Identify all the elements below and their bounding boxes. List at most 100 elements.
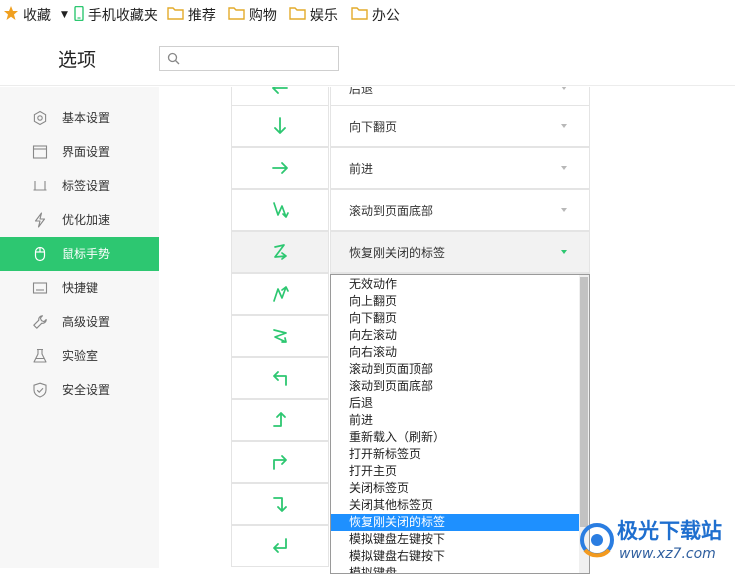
dropdown-option[interactable]: 向左滚动 xyxy=(331,327,579,344)
tab-icon xyxy=(33,181,47,191)
watermark: 极光下载站 www.xz7.com xyxy=(575,512,735,568)
star-icon xyxy=(3,5,19,25)
bookmark-label: 娱乐 xyxy=(309,8,338,24)
search-box[interactable] xyxy=(159,46,339,71)
bookmark-folder-shopping[interactable]: 购物 xyxy=(228,0,277,30)
watermark-logo-icon xyxy=(580,523,614,558)
dropdown-option[interactable]: 向上翻页 xyxy=(331,293,579,310)
gesture-cell xyxy=(231,399,329,441)
gesture-cell xyxy=(231,147,329,189)
gesture-action-select[interactable]: 滚动到页面底部 xyxy=(330,189,590,231)
dropdown-option[interactable]: 关闭标签页 xyxy=(331,480,579,497)
dropdown-option[interactable]: 模拟键盘左键按下 xyxy=(331,531,579,548)
dropdown-caret-icon xyxy=(561,87,567,90)
sidebar-item-lab[interactable]: 实验室 xyxy=(0,339,159,373)
dropdown-scrollbar-thumb[interactable] xyxy=(580,277,588,527)
dropdown-caret-icon xyxy=(561,250,567,254)
gesture-cell xyxy=(231,441,329,483)
gesture-cell xyxy=(231,357,329,399)
sidebar-item-label: 基本设置 xyxy=(62,111,111,125)
right-down-icon xyxy=(273,497,287,512)
dropdown-caret-icon xyxy=(561,124,567,128)
bookmark-label: 办公 xyxy=(371,8,400,24)
window-icon xyxy=(32,145,48,159)
dropdown-option[interactable]: 打开主页 xyxy=(331,463,579,480)
dropdown-caret-icon xyxy=(561,166,567,170)
bookmark-folder-recommend[interactable]: 推荐 xyxy=(167,0,216,30)
sidebar-item-mouse-gestures[interactable]: 鼠标手势 xyxy=(0,237,159,271)
keyboard-icon xyxy=(32,282,48,294)
gesture-action-label: 恢复刚关闭的标签 xyxy=(349,246,446,260)
phone-icon xyxy=(74,5,84,25)
dropdown-option[interactable]: 前进 xyxy=(331,412,579,429)
up-left-icon xyxy=(273,371,287,386)
sidebar-item-label: 鼠标手势 xyxy=(62,247,111,261)
shield-icon xyxy=(33,382,47,398)
wrench-icon xyxy=(33,315,47,329)
sidebar-item-advanced[interactable]: 高级设置 xyxy=(0,305,159,339)
dropdown-option[interactable]: 向右滚动 xyxy=(331,344,579,361)
action-dropdown-list[interactable]: 无效动作 向上翻页 向下翻页 向左滚动 向右滚动 滚动到页面顶部 滚动到页面底部… xyxy=(330,274,590,574)
gesture-cell xyxy=(231,315,329,357)
gesture-cell xyxy=(231,483,329,525)
dropdown-option[interactable]: 打开新标签页 xyxy=(331,446,579,463)
sidebar-item-optimize[interactable]: 优化加速 xyxy=(0,203,159,237)
bookmark-folder-entertainment[interactable]: 娱乐 xyxy=(289,0,338,30)
search-input[interactable] xyxy=(184,49,334,68)
dropdown-option[interactable]: 模拟键盘... xyxy=(331,565,579,573)
bookmark-favorites[interactable]: 收藏 ▼ xyxy=(3,0,68,30)
sidebar-item-shortcuts[interactable]: 快捷键 xyxy=(0,271,159,305)
gesture-cell xyxy=(231,273,329,315)
dropdown-option[interactable]: 无效动作 xyxy=(331,276,579,293)
page-title: 选项 xyxy=(58,49,97,71)
lightning-icon xyxy=(34,212,46,228)
caret-down-icon[interactable]: ▼ xyxy=(61,10,68,20)
sidebar-item-label: 高级设置 xyxy=(62,315,111,329)
bookmark-folder-office[interactable]: 办公 xyxy=(351,0,400,30)
gesture-action-select[interactable]: 恢复刚关闭的标签 xyxy=(330,231,590,273)
dropdown-option[interactable]: 滚动到页面底部 xyxy=(331,378,579,395)
sidebar-item-security[interactable]: 安全设置 xyxy=(0,373,159,407)
dropdown-option[interactable]: 模拟键盘右键按下 xyxy=(331,548,579,565)
bookmark-label: 收藏 xyxy=(23,8,51,24)
watermark-text: 极光下载站 xyxy=(617,519,722,543)
watermark-url: www.xz7.com xyxy=(619,546,716,562)
sidebar-item-label: 标签设置 xyxy=(62,179,111,193)
down-up-down-icon xyxy=(273,202,289,218)
dropdown-caret-icon xyxy=(561,208,567,212)
left-up-icon xyxy=(273,412,286,427)
bookmark-mobile[interactable]: 手机收藏夹 xyxy=(74,0,158,30)
flask-icon xyxy=(33,348,47,363)
gesture-action-label: 前进 xyxy=(349,162,374,176)
sidebar-item-label: 快捷键 xyxy=(62,281,99,295)
bookmark-label: 推荐 xyxy=(187,8,216,24)
dropdown-option-highlighted[interactable]: 恢复刚关闭的标签 xyxy=(331,514,579,531)
sidebar-item-label: 实验室 xyxy=(62,349,99,363)
folder-icon xyxy=(289,6,306,24)
diagonal-down-icon xyxy=(273,329,287,343)
dropdown-option[interactable]: 滚动到页面顶部 xyxy=(331,361,579,378)
sidebar-item-label: 安全设置 xyxy=(62,383,111,397)
options-header: 选项 xyxy=(0,30,735,86)
sidebar-item-basic[interactable]: 基本设置 xyxy=(0,101,159,135)
dropdown-option[interactable]: 关闭其他标签页 xyxy=(331,497,579,514)
bookmark-label: 购物 xyxy=(248,8,277,24)
dropdown-option[interactable]: 重新载入（刷新） xyxy=(331,429,579,446)
z-gesture-icon xyxy=(274,244,287,260)
folder-icon xyxy=(228,6,245,24)
dropdown-option[interactable]: 后退 xyxy=(331,395,579,412)
sidebar-item-interface[interactable]: 界面设置 xyxy=(0,135,159,169)
folder-icon xyxy=(351,6,368,24)
gesture-action-label: 滚动到页面底部 xyxy=(349,204,434,218)
left-arrow-icon xyxy=(272,87,288,94)
sidebar-item-label: 界面设置 xyxy=(62,145,111,159)
dropdown-option[interactable]: 向下翻页 xyxy=(331,310,579,327)
up-down-up-icon xyxy=(273,286,289,302)
dropdown-options: 无效动作 向上翻页 向下翻页 向左滚动 向右滚动 滚动到页面顶部 滚动到页面底部… xyxy=(331,276,579,573)
gesture-action-select[interactable]: 向下翻页 xyxy=(330,105,590,147)
gesture-cell xyxy=(231,231,329,273)
gesture-action-select[interactable]: 前进 xyxy=(330,147,590,189)
sidebar-item-tabs[interactable]: 标签设置 xyxy=(0,169,159,203)
right-arrow-icon xyxy=(272,162,288,174)
sidebar-item-label: 优化加速 xyxy=(62,213,111,227)
